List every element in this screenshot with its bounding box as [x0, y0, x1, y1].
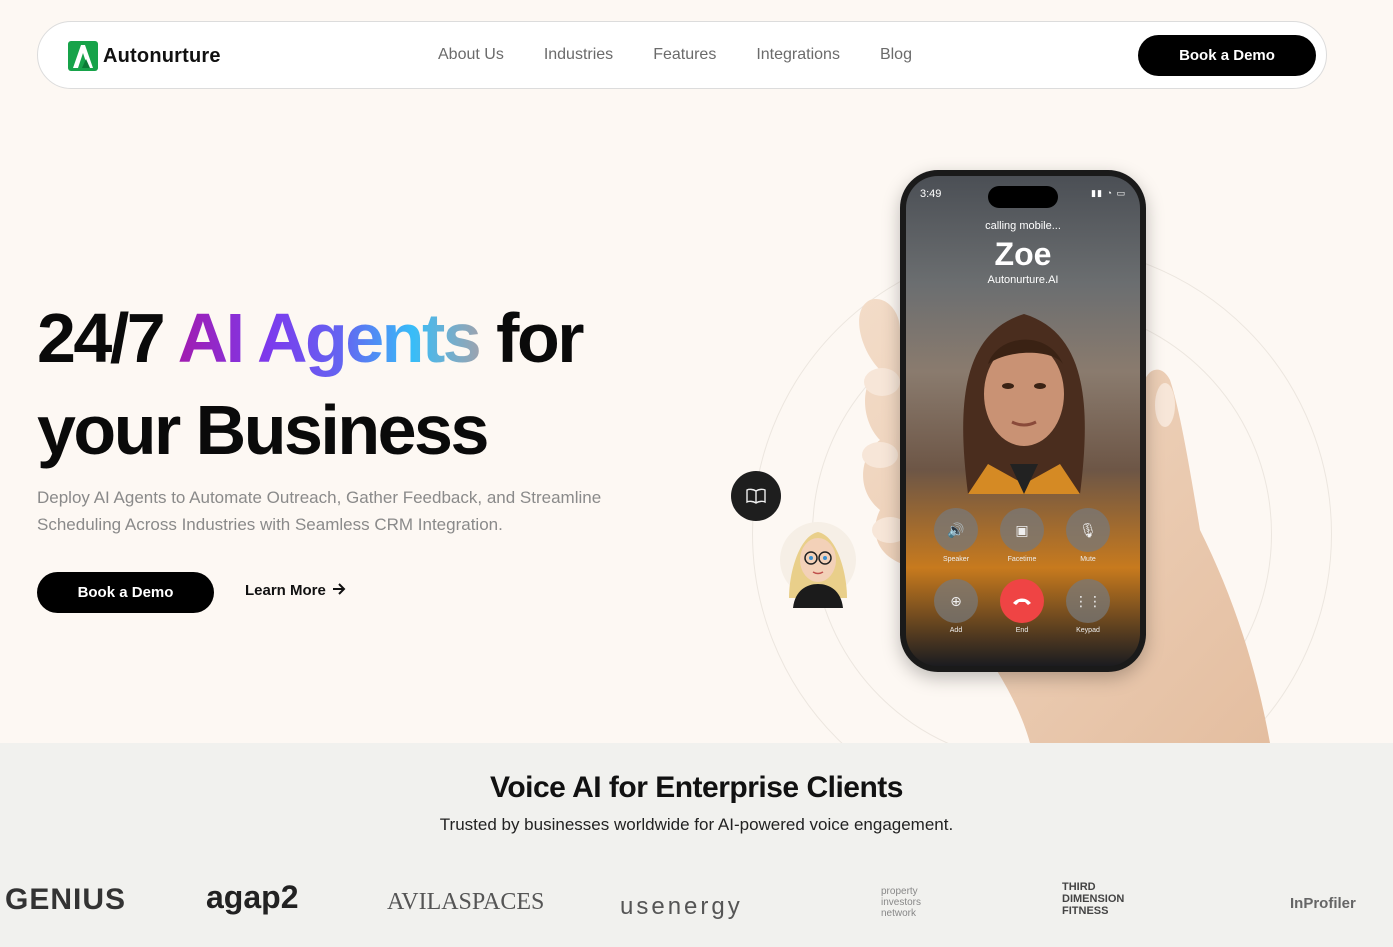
mute-button[interactable]: 🎙 — [1066, 508, 1110, 552]
nav-link-about-us[interactable]: About Us — [438, 46, 504, 64]
nav-book-demo-button[interactable]: Book a Demo — [1138, 35, 1316, 76]
hang-up-icon — [1013, 598, 1031, 605]
add-label: Add — [949, 627, 963, 634]
keypad-label: Keypad — [1076, 627, 1100, 634]
clients-section: Voice AI for Enterprise Clients Trusted … — [0, 743, 1393, 947]
clients-title: Voice AI for Enterprise Clients — [490, 771, 903, 804]
call-status: calling mobile... — [985, 220, 1061, 232]
knowledge-book-badge[interactable] — [731, 471, 781, 521]
dynamic-island — [988, 186, 1058, 208]
nav-link-integrations[interactable]: Integrations — [756, 46, 840, 64]
logo-agap2: agap2 — [206, 879, 299, 915]
signal-wifi-battery-icon: ▮▮ ◔ ▭ — [1091, 188, 1126, 198]
logo-property-investors-network: property investors network — [881, 886, 922, 919]
clients-subtitle: Trusted by businesses worldwide for AI-p… — [439, 815, 954, 834]
caller-company: Autonurture.AI — [987, 274, 1059, 286]
top-navbar: Autonurture About Us Industries Features… — [37, 21, 1327, 89]
facetime-button[interactable]: ▣ — [1000, 508, 1044, 552]
end-call-button[interactable] — [1000, 579, 1044, 623]
mute-label: Mute — [1080, 556, 1096, 563]
logo-usenergy: usenergy — [620, 893, 743, 920]
book-icon — [746, 488, 766, 504]
hero-title-line2: your Business — [37, 391, 489, 469]
nav-link-blog[interactable]: Blog — [880, 46, 912, 64]
hero-book-demo-button[interactable]: Book a Demo — [37, 572, 214, 613]
phone-screen: 3:49 ▮▮ ◔ ▭ calling mobile... Zoe Autonu… — [906, 176, 1140, 666]
speaker-label: Speaker — [942, 556, 970, 563]
nav-links: About Us Industries Features Integration… — [438, 46, 912, 64]
logo-third-dimension-fitness: THIRD DIMENSION FITNESS — [1062, 881, 1125, 917]
end-label: End — [1015, 627, 1029, 634]
logo-icon — [68, 41, 98, 71]
hero-subtitle: Deploy AI Agents to Automate Outreach, G… — [37, 488, 602, 534]
keypad-button[interactable]: ⋮⋮ — [1066, 579, 1110, 623]
caller-name: Zoe — [994, 236, 1052, 272]
logo-genius: GENIUS — [5, 883, 127, 916]
arrow-right-icon — [332, 582, 346, 599]
hero-title-part2: for — [479, 299, 584, 377]
hero-title-part1: 24/7 — [37, 299, 178, 377]
brand-logo[interactable]: Autonurture — [68, 41, 221, 71]
logo-inprofiler: InProfiler — [1290, 895, 1356, 912]
brand-name: Autonurture — [103, 44, 221, 67]
caller-portrait — [963, 314, 1085, 494]
nav-link-industries[interactable]: Industries — [544, 46, 613, 64]
facetime-label: Facetime — [1007, 556, 1037, 563]
add-call-button[interactable]: ⊕ — [934, 579, 978, 623]
learn-more-label: Learn More — [245, 582, 326, 599]
agent-avatar — [780, 522, 856, 608]
status-time: 3:49 — [920, 188, 942, 200]
learn-more-link[interactable]: Learn More — [245, 582, 346, 599]
nav-link-features[interactable]: Features — [653, 46, 716, 64]
phone-mockup: 3:49 ▮▮ ◔ ▭ calling mobile... Zoe Autonu… — [900, 170, 1146, 672]
speaker-button[interactable]: 🔊 — [934, 508, 978, 552]
logo-avilaspaces: AVILASPACES — [387, 889, 545, 915]
hero-title: 24/7 AI Agents for your Business — [37, 292, 584, 476]
hero-title-highlight: AI Agents — [177, 299, 482, 377]
